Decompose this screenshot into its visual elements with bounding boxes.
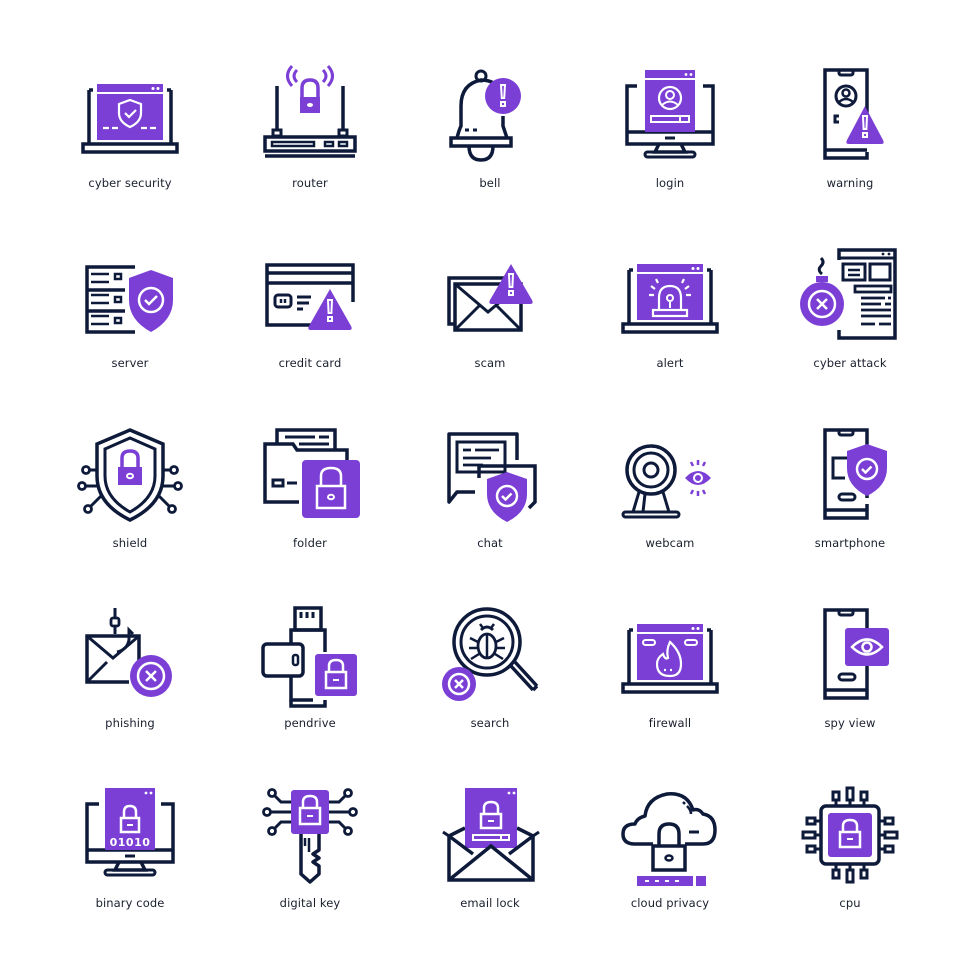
- icon-label: credit card: [278, 356, 342, 370]
- bell-icon: [449, 69, 521, 162]
- warning-icon: [823, 68, 884, 160]
- cpu-icon: [801, 786, 899, 884]
- chat-icon: [447, 432, 537, 522]
- shield-icon: [77, 428, 183, 522]
- icon-tile-alert: alert: [580, 240, 760, 420]
- scam-icon: [447, 264, 533, 332]
- firewall-icon: [621, 624, 719, 694]
- icon-tile-email-lock: email lock: [400, 780, 580, 960]
- icon-label: spy view: [824, 716, 876, 730]
- icon-tile-binary-code: 01010 binary code: [40, 780, 220, 960]
- webcam-icon: [621, 444, 711, 519]
- icon-label: server: [111, 356, 149, 370]
- icon-tile-firewall: firewall: [580, 600, 760, 780]
- icon-label: phishing: [105, 716, 155, 730]
- icon-tile-login: login: [580, 60, 760, 240]
- icon-tile-chat: chat: [400, 420, 580, 600]
- credit-card-icon: [265, 263, 355, 330]
- icon-label: cpu: [839, 896, 861, 910]
- icon-label: login: [655, 176, 685, 190]
- icon-label: binary code: [95, 896, 165, 910]
- phishing-icon: [85, 608, 172, 697]
- digital-key-icon: [262, 788, 358, 884]
- icon-tile-cyber-attack: cyber attack: [760, 240, 940, 420]
- icon-label: chat: [477, 536, 503, 550]
- icon-tile-shield: shield: [40, 420, 220, 600]
- icon-label: cyber security: [88, 176, 172, 190]
- icon-tile-search: search: [400, 600, 580, 780]
- icon-label: folder: [293, 536, 327, 550]
- spy-view-icon: [823, 608, 889, 700]
- icon-tile-cloud-privacy: cloud privacy: [580, 780, 760, 960]
- icon-label: scam: [474, 356, 506, 370]
- cloud-privacy-icon: [621, 792, 717, 886]
- icon-tile-cyber-security: cyber security: [40, 60, 220, 240]
- icon-tile-warning: warning: [760, 60, 940, 240]
- icon-label: cloud privacy: [630, 896, 710, 910]
- binary-code-icon: 01010: [85, 788, 175, 877]
- icon-label: search: [470, 716, 510, 730]
- icon-tile-router: router: [220, 60, 400, 240]
- search-icon: [442, 607, 539, 701]
- smartphone-icon: [823, 428, 887, 520]
- icon-tile-cpu: cpu: [760, 780, 940, 960]
- icon-label: pendrive: [284, 716, 336, 730]
- icon-label: shield: [112, 536, 148, 550]
- icon-tile-credit-card: credit card: [220, 240, 400, 420]
- server-icon: [85, 265, 173, 334]
- icon-tile-bell: bell: [400, 60, 580, 240]
- icon-tile-spy-view: spy view: [760, 600, 940, 780]
- icon-label: webcam: [645, 536, 695, 550]
- pendrive-icon: [261, 606, 357, 708]
- cyber-security-icon: [81, 84, 179, 154]
- icon-tile-scam: scam: [400, 240, 580, 420]
- icon-label: router: [292, 176, 328, 190]
- icon-tile-phishing: phishing: [40, 600, 220, 780]
- icon-grid: cyber security router bell login warning…: [40, 60, 940, 960]
- icon-label: firewall: [648, 716, 692, 730]
- icon-label: warning: [826, 176, 874, 190]
- icon-tile-smartphone: smartphone: [760, 420, 940, 600]
- icon-label: bell: [479, 176, 501, 190]
- icon-label: email lock: [460, 896, 520, 910]
- folder-icon: [263, 428, 360, 518]
- email-lock-icon: [442, 788, 540, 882]
- binary-text: 01010: [110, 836, 151, 849]
- router-icon: [263, 64, 357, 158]
- icon-label: cyber attack: [813, 356, 887, 370]
- icon-tile-server: server: [40, 240, 220, 420]
- icon-tile-pendrive: pendrive: [220, 600, 400, 780]
- icon-tile-digital-key: digital key: [220, 780, 400, 960]
- icon-label: alert: [656, 356, 684, 370]
- icon-tile-folder: folder: [220, 420, 400, 600]
- alert-icon: [621, 264, 719, 334]
- icon-label: smartphone: [814, 536, 886, 550]
- login-icon: [625, 70, 715, 159]
- icon-tile-webcam: webcam: [580, 420, 760, 600]
- cyber-attack-icon: [800, 248, 897, 340]
- icon-label: digital key: [279, 896, 341, 910]
